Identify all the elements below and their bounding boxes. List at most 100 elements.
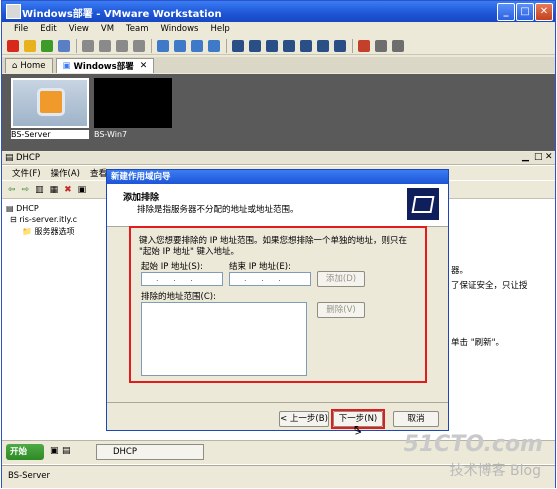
maximize-button[interactable]: □ (516, 3, 534, 21)
home-icon: ⌂ (12, 60, 18, 71)
back-icon[interactable]: ⇦ (8, 185, 16, 195)
vm-screen-preview (94, 78, 172, 128)
properties-icon[interactable]: ▣ (78, 185, 87, 195)
vmware-vm-icon (37, 88, 65, 116)
unity-icon[interactable] (266, 39, 278, 52)
remove-button[interactable]: 删除(V) (317, 302, 365, 318)
watermark-blog: 技术博客 Blog (449, 463, 541, 479)
taskbar-item-label: DHCP (113, 447, 137, 457)
cursor-icon: ↖ (353, 422, 364, 436)
menu-help[interactable]: Help (210, 24, 229, 34)
menu-windows[interactable]: Windows (161, 24, 199, 34)
back-button[interactable]: < 上一步(B) (279, 411, 329, 427)
suspend-icon[interactable] (24, 39, 36, 52)
sound-icon[interactable] (208, 39, 220, 52)
instructions-text: 键入您想要排除的 IP 地址范围。如果您想排除一个单独的地址，则只在 "起始 I… (139, 236, 408, 257)
menu-file[interactable]: File (14, 24, 28, 34)
start-button[interactable]: 开始 (6, 444, 44, 460)
dhcp-title-bar[interactable]: ▤ DHCP ▁ □ ✕ (2, 152, 555, 165)
thumbnail-bs-server[interactable]: BS-Server (11, 78, 89, 144)
menu-edit[interactable]: Edit (40, 24, 56, 34)
excluded-range-list[interactable] (141, 302, 307, 376)
minimize-button[interactable]: _ (497, 3, 515, 21)
tab-home[interactable]: ⌂ Home (5, 57, 53, 73)
window-title: Windows部署 - VMware Workstation (22, 9, 222, 20)
wizard-folder-icon (407, 188, 439, 220)
menu-action[interactable]: 操作(A) (51, 167, 80, 179)
console-view-icon[interactable] (283, 39, 295, 52)
tab-windows-deploy-label: Windows部署 (73, 61, 134, 72)
menu-file[interactable]: 文件(F) (12, 167, 41, 179)
close-icon[interactable]: ✕ (545, 152, 553, 162)
vm-thumbnail-bar: BS-Server BS-Win7 (2, 74, 555, 151)
dhcp-tree: ▤ DHCP ⊟ ris-server.itly.c 📁 服务器选项 (2, 200, 112, 430)
stretch-icon[interactable] (334, 39, 346, 52)
wizard-header: 添加排除 排除是指服务器不分配的地址或地址范围。 (107, 184, 448, 227)
menu-vm[interactable]: VM (101, 24, 114, 34)
tree-label: ris-server.itly.c (19, 215, 78, 224)
menu-team[interactable]: Team (126, 24, 148, 34)
network-icon[interactable] (174, 39, 186, 52)
end-ip-label: 结束 IP 地址(E): (229, 262, 291, 272)
minimize-icon[interactable]: ▁ (522, 152, 529, 162)
tree-item-server[interactable]: ⊟ ris-server.itly.c (10, 215, 77, 224)
power-on-icon[interactable] (41, 39, 53, 52)
toolbar-separator (151, 38, 152, 53)
wizard-heading: 添加排除 (123, 193, 160, 203)
thumbnail-label: BS-Server (11, 130, 89, 139)
right-pane-text: 单击 "刷新"。 (451, 338, 505, 348)
dhcp-title: DHCP (16, 153, 40, 163)
thumbnail-label: BS-Win7 (94, 130, 128, 139)
fit-window-icon[interactable] (317, 39, 329, 52)
wizard-title[interactable]: 新建作用域向导 (107, 170, 448, 184)
tree-item-server-options[interactable]: 📁 服务器选项 (22, 226, 75, 237)
tree-label: DHCP (16, 204, 39, 213)
end-ip-input[interactable]: . . . (229, 272, 311, 286)
show-tree-icon[interactable]: ▦ (50, 185, 59, 195)
snapshot-icon[interactable] (82, 39, 94, 52)
quick-switch-icon[interactable] (232, 39, 244, 52)
full-screen-icon[interactable] (249, 39, 261, 52)
highlight-box: 键入您想要排除的 IP 地址范围。如果您想排除一个单独的地址，则只在 "起始 I… (129, 226, 427, 383)
new-scope-wizard: 新建作用域向导 添加排除 排除是指服务器不分配的地址或地址范围。 键入您想要排除… (106, 169, 449, 438)
settings-icon[interactable] (157, 39, 169, 52)
close-button[interactable]: ✕ (535, 3, 553, 21)
usb-icon[interactable] (191, 39, 203, 52)
record-icon[interactable] (358, 39, 370, 52)
maximize-icon[interactable]: □ (534, 152, 543, 162)
toolbar-separator (76, 38, 77, 53)
quicklaunch-icon[interactable]: ▣ (50, 446, 59, 456)
snapshot-manager-icon[interactable] (116, 39, 128, 52)
menu-view[interactable]: 查看 (90, 167, 107, 179)
toolbar (2, 37, 555, 55)
quicklaunch-icon[interactable]: ▤ (62, 446, 71, 456)
fit-guest-icon[interactable] (300, 39, 312, 52)
wizard-subheading: 排除是指服务器不分配的地址或地址范围。 (137, 205, 299, 215)
excluded-range-label: 排除的地址范围(C): (141, 292, 216, 302)
folder-shape (411, 196, 435, 213)
forward-icon[interactable]: ⇨ (22, 185, 30, 195)
cancel-button[interactable]: 取消 (393, 411, 439, 427)
delete-icon[interactable]: ✖ (64, 185, 72, 195)
pause-replay-icon[interactable] (392, 39, 404, 52)
replay-icon[interactable] (375, 39, 387, 52)
taskbar-item-dhcp[interactable]: DHCP (96, 444, 204, 460)
right-pane-text: 器。 (451, 266, 469, 276)
tab-home-label: Home (20, 60, 46, 71)
reset-icon[interactable] (58, 39, 70, 52)
tab-windows-deploy[interactable]: ▣ Windows部署 ✕ (55, 57, 155, 73)
tree-item-dhcp[interactable]: ▤ DHCP (6, 204, 39, 213)
tree-label: 服务器选项 (34, 227, 75, 236)
menu-view[interactable]: View (69, 24, 89, 34)
thumbnail-bs-win7[interactable]: BS-Win7 (94, 78, 172, 144)
power-off-icon[interactable] (7, 39, 19, 52)
title-bar[interactable]: Windows部署 - VMware Workstation _ □ ✕ (2, 1, 555, 22)
revert-snapshot-icon[interactable] (99, 39, 111, 52)
add-button[interactable]: 添加(D) (317, 271, 365, 287)
start-ip-input[interactable]: . . . (141, 272, 223, 286)
start-ip-label: 起始 IP 地址(S): (141, 262, 203, 272)
vm-screen-preview (11, 78, 89, 128)
tab-close-icon[interactable]: ✕ (140, 61, 148, 71)
clone-icon[interactable] (133, 39, 145, 52)
up-icon[interactable]: ▥ (35, 185, 44, 195)
